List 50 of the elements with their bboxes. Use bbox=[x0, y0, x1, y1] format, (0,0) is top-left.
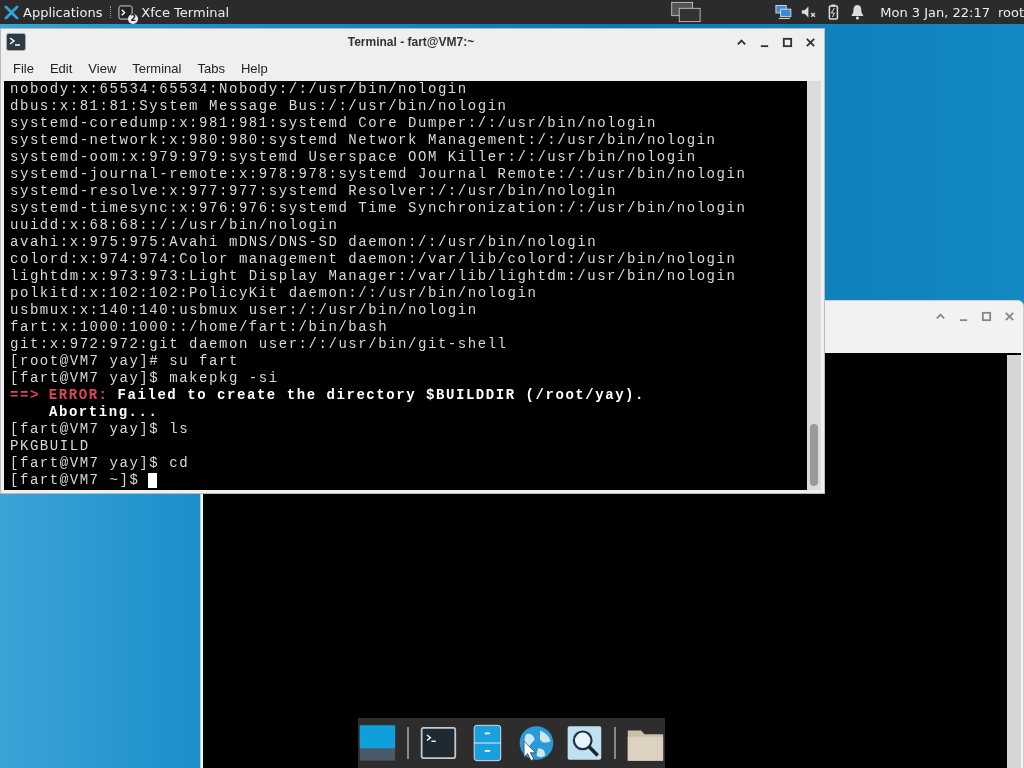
window-title: Terminal - fart@VM7:~ bbox=[346, 35, 476, 49]
user-name[interactable]: root bbox=[997, 4, 1024, 20]
terminal-line: [root@VM7 yay]# su fart bbox=[10, 353, 240, 370]
terminal-line: nobody:x:65534:65534:Nobody:/:/usr/bin/nologin bbox=[10, 81, 469, 98]
scrollbar[interactable] bbox=[807, 81, 821, 490]
terminal-line: lightdm:x:973:973:Light Display Manager:/var/lib/lightdm:/usr/bin/nologin bbox=[10, 268, 738, 285]
terminal-line: systemd-network:x:980:980:systemd Network Management:/:/usr/bin/nologin bbox=[10, 132, 718, 149]
terminal-line: [fart@VM7 yay]$ cd bbox=[10, 455, 191, 472]
error-label: ERROR: bbox=[48, 387, 109, 403]
menu-item[interactable]: Help bbox=[232, 58, 276, 78]
terminal-line: [fart@VM7 ~]$ bbox=[10, 472, 140, 489]
terminal-icon bbox=[118, 4, 134, 20]
menu-item[interactable]: Tabs bbox=[189, 58, 233, 78]
network-icon[interactable] bbox=[775, 4, 792, 20]
terminal-line: [fart@VM7 yay]$ makepkg -si bbox=[10, 370, 280, 387]
volume-muted-icon[interactable] bbox=[799, 4, 817, 20]
terminal-line: colord:x:974:974:Color management daemon:/var/lib/colord:/usr/bin/nologin bbox=[10, 251, 738, 268]
menu-item[interactable]: File bbox=[5, 58, 42, 78]
taskbar-button[interactable]: 2 Xfce Terminal bbox=[116, 0, 304, 24]
terminal-line: systemd-coredump:x:981:981:systemd Core Dumper:/:/usr/bin/nologin bbox=[10, 115, 658, 132]
workspace-switcher-icon[interactable] bbox=[671, 0, 702, 24]
scrollbar[interactable] bbox=[1007, 355, 1021, 768]
close-icon[interactable] bbox=[805, 36, 816, 48]
terminal-line: PKGBUILD bbox=[10, 438, 91, 455]
terminal-line: systemd-timesync:x:976:976:systemd Time Synchronization:/:/usr/bin/nologin bbox=[10, 200, 748, 217]
terminal-line: dbus:x:81:81:System Message Bus:/:/usr/bin/nologin bbox=[10, 98, 509, 115]
menu-item[interactable]: View bbox=[80, 58, 125, 78]
xfce-icon bbox=[4, 4, 19, 20]
terminal-line: systemd-oom:x:979:979:systemd Userspace OOM Killer:/:/usr/bin/nologin bbox=[10, 149, 698, 166]
scrollbar-thumb[interactable] bbox=[810, 424, 818, 486]
error-marker: ==> bbox=[10, 387, 40, 403]
terminal-line: polkitd:x:102:102:PolicyKit daemon:/:/usr/bin/nologin bbox=[10, 285, 539, 302]
terminal-line: usbmux:x:140:140:usbmux user:/:/usr/bin/nologin bbox=[10, 302, 479, 319]
terminal-line: git:x:972:972:git daemon user:/:/usr/bin/git-shell bbox=[10, 336, 509, 353]
clock[interactable]: Mon 3 Jan, 22:17 bbox=[880, 4, 990, 20]
terminal-line: avahi:x:975:975:Avahi mDNS/DNS-SD daemon:/:/usr/bin/nologin bbox=[10, 234, 599, 251]
terminal-line: fart:x:1000:1000::/home/fart:/bin/bash bbox=[10, 319, 390, 336]
applications-menu[interactable]: Applications bbox=[0, 0, 107, 24]
terminal-line: systemd-journal-remote:x:978:978:systemd Journal Remote:/:/usr/bin/nologin bbox=[10, 166, 748, 183]
menu-item[interactable]: Edit bbox=[41, 58, 81, 78]
terminal-line: Aborting... bbox=[48, 404, 160, 421]
menu-item[interactable]: Terminal bbox=[124, 58, 190, 78]
count-badge: 2 bbox=[128, 13, 139, 24]
terminal-icon bbox=[6, 33, 26, 51]
terminal-line: uuidd:x:68:68::/:/usr/bin/nologin bbox=[10, 217, 340, 234]
terminal-line: [fart@VM7 yay]$ ls bbox=[10, 421, 191, 438]
error-message: Failed to create the directory $BUILDDIR (/root/yay). bbox=[117, 387, 645, 403]
terminal-line: systemd-resolve:x:977:977:systemd Resolver:/:/usr/bin/nologin bbox=[10, 183, 619, 200]
maximize-icon[interactable] bbox=[782, 36, 793, 48]
shade-icon[interactable] bbox=[736, 36, 747, 48]
